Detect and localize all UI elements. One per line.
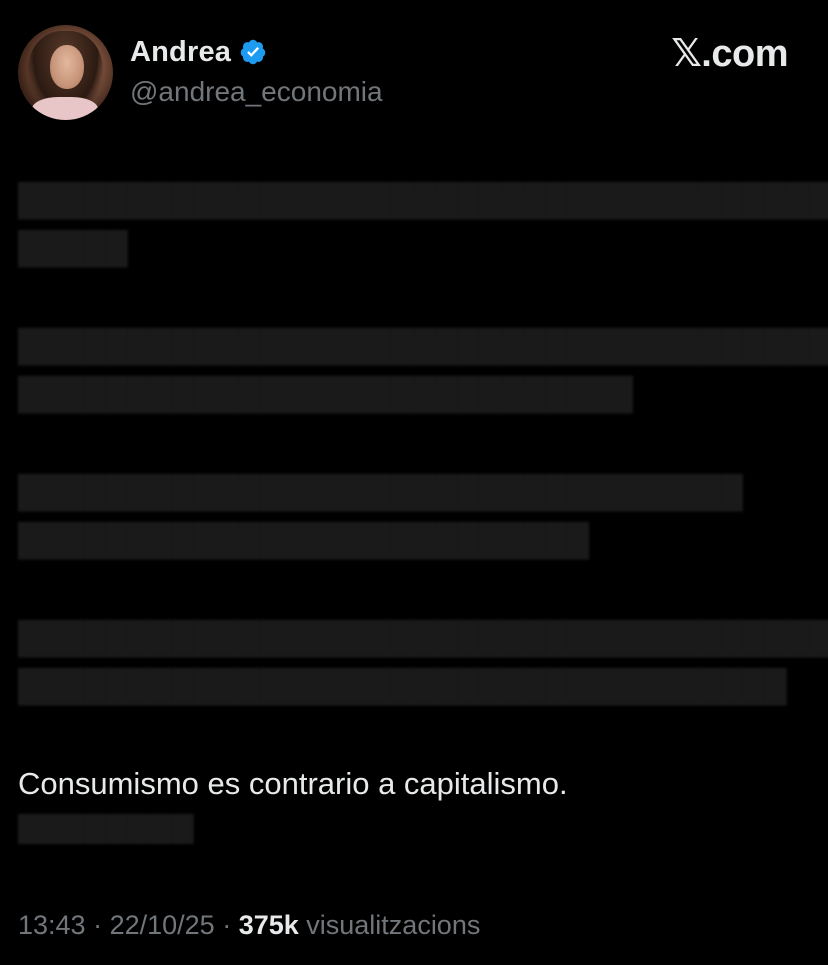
verified-badge-icon (240, 39, 266, 65)
post-time[interactable]: 13:43 (18, 910, 86, 940)
obscured-paragraph-2: █████████████████████████████████████ ███… (18, 328, 828, 411)
post-date[interactable]: 22/10/25 (110, 910, 215, 940)
author-name-row[interactable]: Andrea (130, 34, 267, 70)
obscured-paragraph-4: █████████████████████████████████████ ███… (18, 620, 828, 703)
avatar-clothing (32, 97, 98, 120)
obscured-paragraph-1: █████████████████████████████████████ ███… (18, 182, 828, 265)
author-handle[interactable]: @andrea_economia (130, 76, 383, 108)
obscured-line: ████████ (18, 814, 194, 844)
post-text: Consumismo es contrario a capitalismo. (18, 766, 568, 801)
obscured-paragraph-3: █████████████████████████████████ ███████… (18, 474, 743, 557)
view-label: visualitzacions (298, 910, 481, 940)
avatar-face (50, 45, 84, 89)
author-name[interactable]: Andrea (130, 36, 231, 69)
meta-separator: · (214, 910, 239, 940)
tweet-header: Andrea @andrea_economia 𝕏.com (0, 0, 828, 130)
meta-separator: · (85, 910, 110, 940)
x-logo: 𝕏.com (671, 33, 788, 75)
post-meta: 13:43 · 22/10/25 · 375k visualitzacions (18, 910, 480, 941)
avatar[interactable] (18, 25, 113, 120)
view-count[interactable]: 375k (239, 910, 299, 940)
